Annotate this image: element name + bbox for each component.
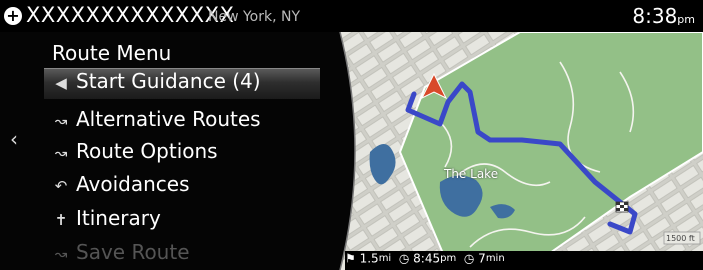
navigation-screen: 1500 ft The Lake + XXXXXXXXXXXXXX New Yo… (0, 0, 703, 270)
lake-label: The Lake (444, 167, 499, 181)
menu-item-label: Route Options (76, 139, 218, 163)
trip-duration-unit: min (485, 253, 505, 264)
menu-item-label: Start Guidance (4) (76, 69, 261, 93)
trip-distance: 1.5 (359, 251, 379, 266)
alternative-routes-icon: ↝ (54, 112, 68, 130)
trip-duration: 7 (478, 251, 486, 266)
menu-item-itinerary[interactable]: ✝ Itinerary (44, 206, 332, 236)
menu-item-label: Alternative Routes (76, 107, 261, 131)
map-view[interactable]: 1500 ft (330, 31, 703, 270)
duration-icon: ◷ (463, 251, 475, 266)
clock: 8:38pm (632, 4, 695, 28)
save-route-icon: ↝ (54, 245, 68, 263)
menu-item-start-guidance[interactable]: ◀ Start Guidance (4) (44, 68, 332, 99)
route-menu: ‹ Route Menu ◀ Start Guidance (4) ↝ Altern… (0, 32, 340, 270)
trip-info-bar: ⚑ 1.5mi ◷ 8:45pm ◷ 7min (345, 251, 703, 270)
menu-item-label: Save Route (76, 240, 190, 264)
location-city: New York, NY (208, 9, 301, 25)
panel-divider-arc (320, 32, 356, 270)
trip-eta: 8:45 (413, 251, 441, 266)
navigation-arrow-icon: ◀ (55, 74, 67, 92)
clock-suffix: pm (677, 13, 695, 26)
chevron-left-icon[interactable]: ‹ (10, 127, 18, 151)
menu-item-label: Avoidances (76, 172, 190, 196)
menu-item-save-route[interactable]: ↝ Save Route (44, 240, 332, 270)
itinerary-icon: ✝ (54, 211, 68, 229)
menu-item-avoidances[interactable]: ↶ Avoidances (44, 172, 332, 202)
map-canvas: 1500 ft (330, 31, 703, 270)
clock-time: 8:38 (632, 4, 678, 28)
route-options-icon: ↝ (54, 144, 68, 162)
menu-item-label: Itinerary (76, 206, 161, 230)
menu-title: Route Menu (52, 41, 172, 65)
menu-item-route-options[interactable]: ↝ Route Options (44, 139, 332, 169)
menu-item-alternative-routes[interactable]: ↝ Alternative Routes (44, 107, 332, 137)
scale-label: 1500 ft (666, 234, 695, 243)
location-name: XXXXXXXXXXXXXX (26, 3, 235, 27)
checkered-flag-icon: ⚑ (345, 251, 356, 266)
trip-distance-unit: mi (378, 253, 392, 264)
trip-eta-suffix: pm (440, 253, 457, 264)
status-bar: + XXXXXXXXXXXXXX New York, NY 8:38pm (0, 0, 703, 32)
location-plus-icon[interactable]: + (4, 7, 22, 25)
clock-icon: ◷ (398, 251, 410, 266)
avoidances-icon: ↶ (54, 177, 68, 195)
